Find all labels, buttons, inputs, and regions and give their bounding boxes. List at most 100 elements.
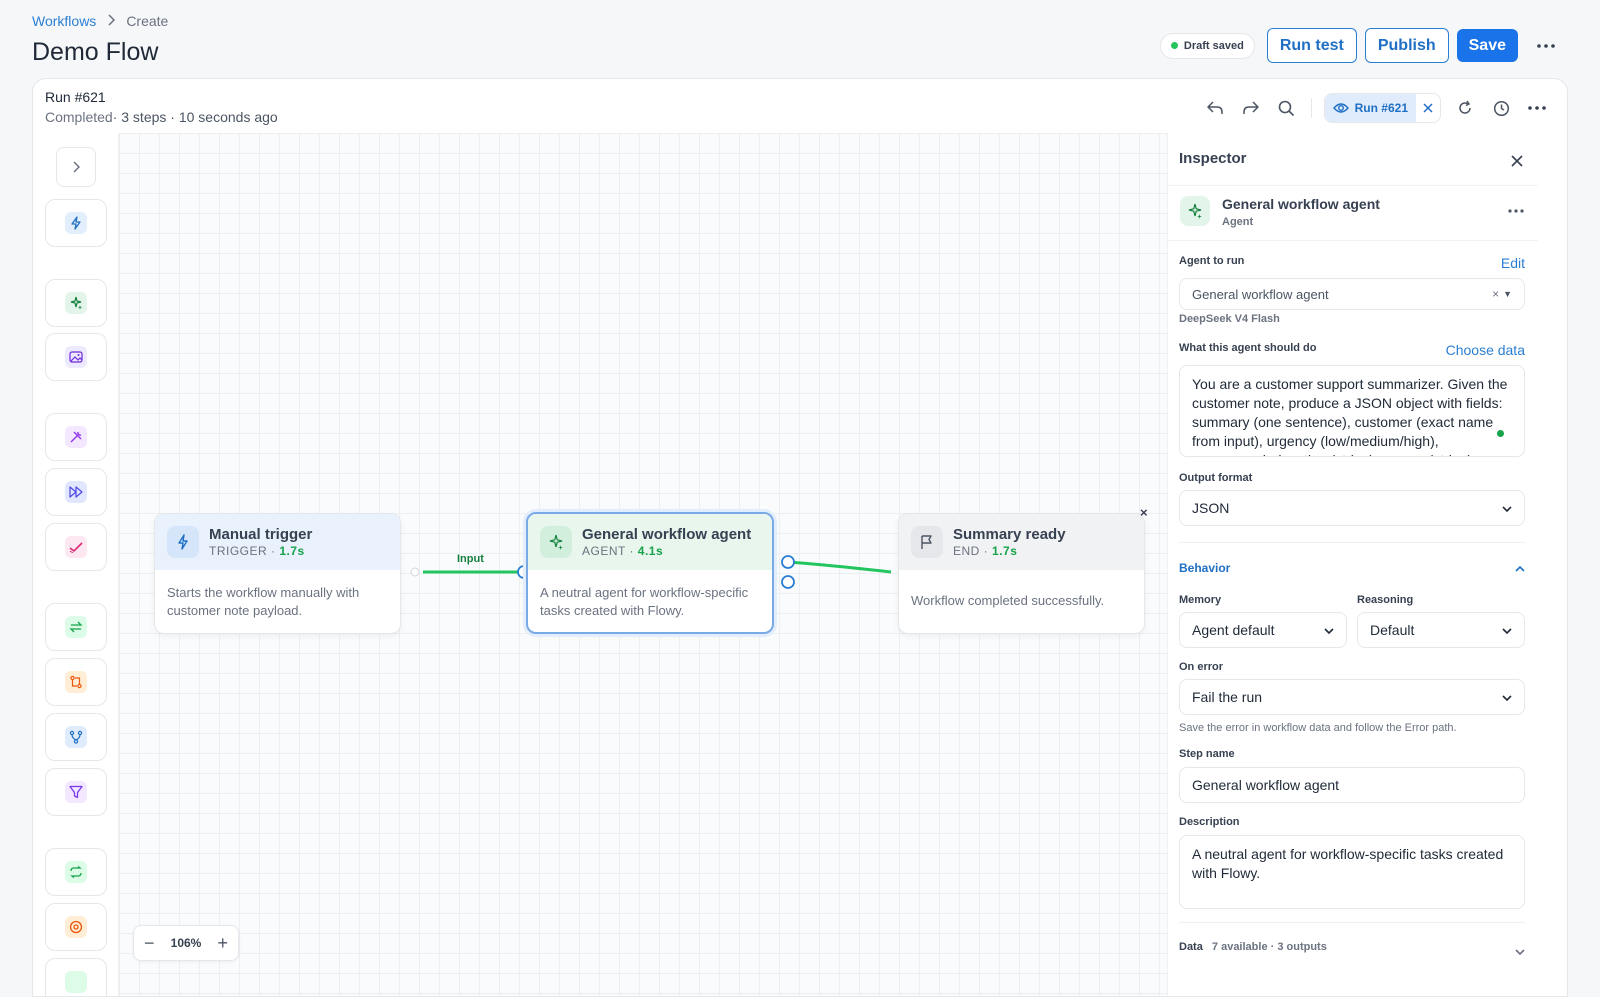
tools-icon (65, 426, 87, 448)
output-format-select[interactable]: JSON (1179, 490, 1525, 526)
zoom-out-icon[interactable]: − (144, 933, 155, 954)
chevron-down-icon (1324, 623, 1334, 637)
data-label: Data (1179, 941, 1203, 953)
canvas-toolbar: Run #621 (1199, 93, 1553, 123)
filter-icon (65, 781, 87, 803)
agent-select-value: General workflow agent (1192, 286, 1329, 302)
chevron-down-icon[interactable] (1515, 942, 1525, 960)
zoom-level: 106% (170, 936, 202, 950)
inspector-title: Inspector (1179, 150, 1247, 167)
choose-data-link[interactable]: Choose data (1446, 342, 1525, 358)
run-summary: Completed· 3 steps · 10 seconds ago (45, 109, 278, 125)
node-meta: TRIGGER · 1.7s (209, 544, 305, 558)
clear-run-icon[interactable] (1416, 103, 1440, 113)
run-chip-label[interactable]: Run #621 (1324, 94, 1416, 122)
sparkles-icon (65, 292, 87, 314)
node-duration: 1.7s (279, 544, 305, 558)
page-title: Demo Flow (32, 38, 159, 66)
search-icon[interactable] (1271, 94, 1303, 122)
palette-tools-item[interactable] (45, 413, 107, 461)
status-dot-icon (1170, 42, 1178, 49)
node-general-workflow-agent[interactable]: General workflow agent AGENT · 4.1s A ne… (526, 512, 774, 634)
step-type: Agent (1222, 216, 1254, 228)
save-button[interactable]: Save (1456, 29, 1518, 62)
step-name-label: Step name (1179, 748, 1235, 760)
output-handle-success (781, 555, 795, 569)
git-compare-icon (65, 671, 87, 693)
node-type: AGENT (582, 544, 626, 558)
node-summary-ready[interactable]: Summary ready END · 1.7s Workflow comple… (898, 513, 1145, 634)
redo-icon[interactable] (1235, 94, 1267, 122)
plus-icon (65, 971, 87, 993)
node-title: General workflow agent (582, 526, 752, 543)
breadcrumb: Workflows Create (32, 13, 168, 29)
zoom-in-icon[interactable]: + (217, 933, 228, 954)
palette-check-item[interactable] (45, 523, 107, 571)
palette-agent-item[interactable] (45, 279, 107, 327)
palette-transform-item[interactable] (45, 603, 107, 651)
more-options-icon[interactable] (1532, 32, 1560, 60)
publish-button[interactable]: Publish (1364, 28, 1449, 63)
expand-palette-icon[interactable] (56, 147, 96, 187)
undo-icon[interactable] (1199, 94, 1231, 122)
memory-select[interactable]: Agent default (1179, 612, 1347, 648)
breadcrumb-workflows-link[interactable]: Workflows (32, 13, 96, 29)
on-error-select[interactable]: Fail the run (1179, 679, 1525, 715)
instructions-label: What this agent should do (1179, 342, 1317, 354)
palette-image-item[interactable] (45, 333, 107, 381)
node-type: TRIGGER (209, 544, 268, 558)
node-title: Manual trigger (209, 526, 313, 543)
node-description: Workflow completed successfully. (911, 593, 1105, 608)
palette-filter-item[interactable] (45, 768, 107, 816)
check-icon (65, 536, 87, 558)
palette-loop-item[interactable] (45, 658, 107, 706)
step-name-input[interactable]: General workflow agent (1179, 767, 1525, 803)
lightning-icon (167, 526, 199, 558)
palette-repeat-item[interactable] (45, 848, 107, 896)
fast-forward-icon (65, 481, 87, 503)
palette-trigger-item[interactable] (45, 199, 107, 247)
workflow-editor: Run #621 Completed· 3 steps · 10 seconds… (32, 78, 1568, 997)
status-dot-icon (1497, 430, 1504, 437)
instructions-textarea[interactable]: You are a customer support summarizer. G… (1179, 365, 1525, 457)
palette-more-item[interactable] (45, 958, 107, 996)
run-filter-chip[interactable]: Run #621 (1323, 93, 1441, 123)
node-header: Summary ready END · 1.7s (899, 514, 1144, 570)
behavior-section-toggle[interactable]: Behavior (1179, 561, 1230, 575)
palette-stop-item[interactable] (45, 903, 107, 951)
repeat-icon (65, 861, 87, 883)
close-icon[interactable] (1505, 149, 1529, 173)
more-options-icon[interactable] (1508, 200, 1524, 218)
description-label: Description (1179, 816, 1240, 828)
run-title: Run #621 (45, 89, 106, 105)
more-options-icon[interactable] (1521, 94, 1553, 122)
node-meta: END · 1.7s (953, 544, 1018, 558)
chevron-down-icon (1502, 501, 1512, 515)
history-icon[interactable] (1485, 94, 1517, 122)
palette-skip-item[interactable] (45, 468, 107, 516)
agent-select[interactable]: General workflow agent × ▼ (1179, 278, 1525, 310)
workflow-canvas[interactable]: Input Manual trigger TRIGGER · 1.7s Star… (119, 133, 1167, 996)
refresh-icon[interactable] (1449, 94, 1481, 122)
description-textarea[interactable]: A neutral agent for workflow-specific ta… (1179, 835, 1525, 909)
run-chip-text: Run #621 (1354, 101, 1408, 115)
run-test-button[interactable]: Run test (1266, 28, 1357, 63)
arrows-swap-icon (65, 616, 87, 638)
run-details: · 3 steps · 10 seconds ago (112, 109, 278, 125)
clear-icon[interactable]: × (1492, 287, 1499, 301)
lightning-icon (65, 212, 87, 234)
delete-node-icon[interactable]: × (1140, 505, 1148, 520)
on-error-label: On error (1179, 661, 1224, 673)
node-description: A neutral agent for workflow-specific ta… (540, 585, 749, 618)
node-manual-trigger[interactable]: Manual trigger TRIGGER · 1.7s Starts the… (154, 513, 401, 634)
data-meta: 7 available · 3 outputs (1211, 941, 1327, 953)
edit-agent-link[interactable]: Edit (1501, 255, 1525, 271)
data-section-toggle[interactable]: Data 7 available · 3 outputs (1179, 941, 1327, 953)
chevron-up-icon[interactable] (1515, 561, 1525, 575)
run-info: Run #621 Completed· 3 steps · 10 seconds… (45, 89, 278, 125)
reasoning-select[interactable]: Default (1357, 612, 1525, 648)
step-name: General workflow agent (1222, 196, 1380, 212)
palette-branch-item[interactable] (45, 713, 107, 761)
node-duration: 4.1s (637, 544, 664, 558)
edge-label: Input (457, 553, 484, 565)
